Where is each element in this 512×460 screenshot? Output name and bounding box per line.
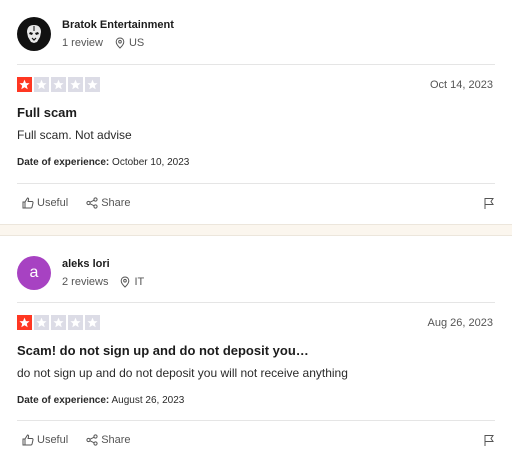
review-actions: Useful Share [22, 197, 149, 209]
star-icon [34, 77, 49, 92]
flag-icon [484, 435, 494, 446]
star-icon [51, 77, 66, 92]
star-icon [68, 77, 83, 92]
flag-icon [484, 198, 494, 209]
share-icon [86, 434, 98, 446]
star-icon [85, 77, 100, 92]
star-rating [17, 77, 100, 92]
reviewer-header: Bratok Entertainment 1 review US [17, 17, 174, 51]
review-separator [0, 224, 512, 236]
avatar[interactable] [17, 17, 51, 51]
review-body: Full scam. Not advise [17, 128, 132, 142]
avatar-letter: a [29, 264, 39, 281]
report-flag-button[interactable] [483, 434, 495, 452]
experience-date: October 10, 2023 [112, 157, 190, 168]
share-icon [86, 197, 98, 209]
divider [17, 420, 495, 421]
divider [17, 302, 495, 303]
reviewer-header: a aleks lori 2 reviews IT [17, 256, 144, 290]
useful-label: Useful [37, 197, 69, 209]
reviewer-name[interactable]: Bratok Entertainment [62, 19, 174, 31]
star-icon [51, 315, 66, 330]
reviewer-name[interactable]: aleks lori [62, 258, 144, 270]
location-pin-icon [115, 37, 125, 49]
star-rating [17, 315, 100, 330]
predator-mask-icon [27, 25, 41, 43]
review-card: Bratok Entertainment 1 review US Oct 14,… [0, 0, 512, 224]
review-title[interactable]: Full scam [17, 105, 77, 120]
review-body: do not sign up and do not deposit you wi… [17, 366, 348, 380]
experience-date: August 26, 2023 [111, 395, 185, 406]
share-button[interactable]: Share [86, 197, 131, 209]
reviewer-country: US [128, 37, 145, 49]
date-of-experience: Date of experience: October 10, 2023 [17, 157, 189, 168]
experience-label: Date of experience: [17, 157, 110, 168]
report-flag-button[interactable] [483, 197, 495, 215]
share-button[interactable]: Share [86, 434, 131, 446]
divider [17, 64, 495, 65]
divider [17, 183, 495, 184]
review-count: 1 review [62, 37, 103, 49]
star-icon [85, 315, 100, 330]
avatar[interactable]: a [17, 256, 51, 290]
share-label: Share [101, 434, 131, 446]
reviewer-country: IT [134, 276, 145, 288]
useful-button[interactable]: Useful [22, 197, 68, 209]
share-label: Share [101, 197, 131, 209]
experience-label: Date of experience: [17, 395, 110, 406]
star-icon [17, 315, 32, 330]
review-date: Aug 26, 2023 [427, 317, 493, 329]
review-title[interactable]: Scam! do not sign up and do not deposit … [17, 343, 309, 358]
review-count: 2 reviews [62, 276, 109, 288]
location-pin-icon [120, 276, 130, 288]
useful-button[interactable]: Useful [22, 434, 68, 446]
useful-label: Useful [37, 434, 69, 446]
review-card: a aleks lori 2 reviews IT Aug 26, 2023 S… [0, 236, 512, 460]
thumbs-up-icon [22, 434, 34, 446]
star-icon [68, 315, 83, 330]
review-date: Oct 14, 2023 [430, 79, 493, 91]
date-of-experience: Date of experience: August 26, 2023 [17, 395, 184, 406]
star-icon [17, 77, 32, 92]
review-actions: Useful Share [22, 434, 149, 446]
thumbs-up-icon [22, 197, 34, 209]
star-icon [34, 315, 49, 330]
